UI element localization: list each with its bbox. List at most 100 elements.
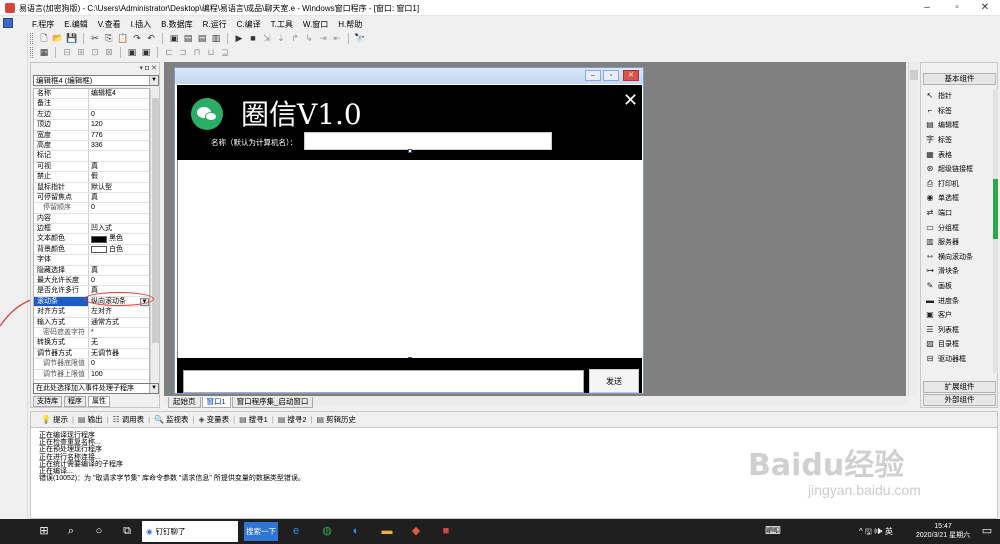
system-tray[interactable]: ^ 🖫 🕪 英: [842, 523, 910, 540]
align-icon[interactable]: ⊔: [205, 46, 217, 58]
object-selector[interactable]: 编辑框4 (编辑框) ▼: [33, 75, 159, 86]
component-item[interactable]: ▥ 服务器: [923, 235, 993, 250]
component-item[interactable]: ⌐ 标签: [923, 104, 993, 119]
close-icon[interactable]: ✕: [623, 91, 638, 109]
component-item[interactable]: ⇿ 横向滚动条: [923, 250, 993, 265]
component-item[interactable]: ⎙ 打印机: [923, 177, 993, 192]
output-tab[interactable]: ▤ 搜寻1: [239, 414, 268, 425]
property-row[interactable]: 对齐方式 左对齐: [34, 307, 149, 318]
app-icon[interactable]: ◆: [407, 523, 425, 540]
property-value[interactable]: [89, 255, 149, 264]
form-window[interactable]: – ▫ ✕ 圈信V1.0 ✕ 名称（默认为计算机名）： 发送: [174, 67, 644, 394]
step4-icon[interactable]: ↳: [303, 32, 315, 44]
align-icon[interactable]: ⊏: [163, 46, 175, 58]
property-row[interactable]: 停留顺序 0: [34, 203, 149, 214]
tab-start-page[interactable]: 起始页: [168, 397, 201, 408]
menu-item[interactable]: C.编译: [235, 19, 263, 30]
property-value[interactable]: 无调节器: [89, 349, 149, 358]
component-item[interactable]: ◉ 单选框: [923, 191, 993, 206]
align-icon[interactable]: ⊞: [75, 46, 87, 58]
component-item[interactable]: ▭ 分组框: [923, 220, 993, 235]
menu-item[interactable]: W.窗口: [301, 19, 330, 30]
task-view-icon[interactable]: ⧉: [118, 523, 136, 540]
property-scrollbar[interactable]: [150, 88, 159, 384]
property-value[interactable]: 真: [89, 193, 149, 202]
property-value[interactable]: 336: [89, 141, 149, 150]
property-row[interactable]: 文本颜色 黑色: [34, 234, 149, 245]
property-value[interactable]: 0: [89, 110, 149, 119]
menu-item[interactable]: R.运行: [201, 19, 229, 30]
cortana-icon[interactable]: ○: [90, 523, 108, 540]
property-row[interactable]: 调节器上限值 100: [34, 369, 149, 380]
tab-properties[interactable]: 属性: [88, 396, 110, 407]
component-item[interactable]: ↖ 指针: [923, 89, 993, 104]
component-item[interactable]: ▦ 表格: [923, 147, 993, 162]
save-icon[interactable]: 💾: [66, 32, 78, 44]
binoculars-icon[interactable]: 🔭: [354, 32, 366, 44]
property-value[interactable]: 默认型: [89, 183, 149, 192]
property-value[interactable]: 左对齐: [89, 307, 149, 316]
property-value[interactable]: 真: [89, 162, 149, 171]
maximize-button[interactable]: ▫: [946, 1, 968, 15]
canvas-vertical-scrollbar[interactable]: [908, 62, 918, 396]
component-item[interactable]: ⊟ 驱动器框: [923, 352, 993, 367]
menu-item[interactable]: T.工具: [269, 19, 295, 30]
property-row[interactable]: 鼠标指针 默认型: [34, 182, 149, 193]
selection-handle[interactable]: [408, 149, 412, 153]
property-row[interactable]: 禁止假: [34, 172, 149, 183]
property-value[interactable]: 黑色: [89, 234, 149, 243]
component-item[interactable]: ⇄ 端口: [923, 206, 993, 221]
form-minimize-button[interactable]: –: [585, 70, 601, 81]
step1-icon[interactable]: ⇲: [261, 32, 273, 44]
menu-item[interactable]: H.帮助: [336, 19, 364, 30]
close-button[interactable]: ✕: [974, 1, 996, 15]
property-row[interactable]: 调节器底限值 0: [34, 359, 149, 370]
property-row[interactable]: 转换方式无: [34, 338, 149, 349]
app-icon[interactable]: ◐: [347, 523, 365, 540]
edge-icon[interactable]: e: [287, 523, 305, 540]
scrollbar-thumb[interactable]: [152, 98, 159, 343]
align-icon[interactable]: ▣: [140, 46, 152, 58]
step3-icon[interactable]: ↱: [289, 32, 301, 44]
property-value[interactable]: 凹入式: [89, 224, 149, 233]
file-explorer-icon[interactable]: ▬: [378, 523, 396, 540]
extended-components-header[interactable]: 扩展组件: [923, 381, 996, 393]
external-components-header[interactable]: 外部组件: [923, 394, 996, 406]
property-row[interactable]: 调节器方式 无调节器: [34, 348, 149, 360]
run-icon[interactable]: ▶: [233, 32, 245, 44]
component-item[interactable]: ▬ 进度条: [923, 293, 993, 308]
output-tab[interactable]: 🔍 监视表: [154, 414, 188, 425]
align-icon[interactable]: ⊡: [89, 46, 101, 58]
tab-window1[interactable]: 窗口1: [201, 397, 231, 408]
form-close-button[interactable]: ✕: [623, 70, 639, 81]
form-maximize-button[interactable]: ▫: [603, 70, 619, 81]
tab-program[interactable]: 程序: [64, 396, 86, 407]
property-row[interactable]: 标记: [34, 151, 149, 162]
menu-item[interactable]: V.查看: [96, 19, 123, 30]
property-row[interactable]: 宽度 776: [34, 130, 149, 141]
property-row[interactable]: 内容: [34, 213, 149, 225]
menu-item[interactable]: B.数据库: [159, 19, 195, 30]
paste-icon[interactable]: 📋: [117, 32, 129, 44]
tab-window-assembly[interactable]: 窗口程序集_启动窗口: [231, 397, 314, 408]
taskbar-app-dingtalk[interactable]: ◉ 钉钉聊了: [142, 521, 238, 542]
name-input[interactable]: [304, 132, 552, 150]
output-tab[interactable]: ▤ 剪辑历史: [316, 414, 356, 425]
minimize-button[interactable]: –: [916, 1, 938, 15]
menu-item[interactable]: F.程序: [30, 19, 56, 30]
property-value[interactable]: 100: [89, 370, 149, 379]
scrollbar-thumb[interactable]: [993, 179, 998, 239]
chevron-down-icon[interactable]: ▼: [149, 384, 158, 393]
property-value[interactable]: 无: [89, 338, 149, 347]
eyuyan-icon[interactable]: ■: [437, 523, 455, 540]
property-value[interactable]: 120: [89, 120, 149, 129]
property-row[interactable]: 备注: [34, 99, 149, 110]
layout1-icon[interactable]: ▤: [182, 32, 194, 44]
menu-item[interactable]: E.编辑: [62, 19, 90, 30]
property-row[interactable]: 高度 336: [34, 140, 149, 152]
clock[interactable]: 15:47 2020/3/21 星期六: [916, 522, 970, 540]
align-icon[interactable]: ⊟: [61, 46, 73, 58]
property-value[interactable]: 通常方式: [89, 318, 149, 327]
notification-icon[interactable]: ▭: [978, 523, 996, 540]
search-icon[interactable]: ⌕: [62, 523, 80, 540]
